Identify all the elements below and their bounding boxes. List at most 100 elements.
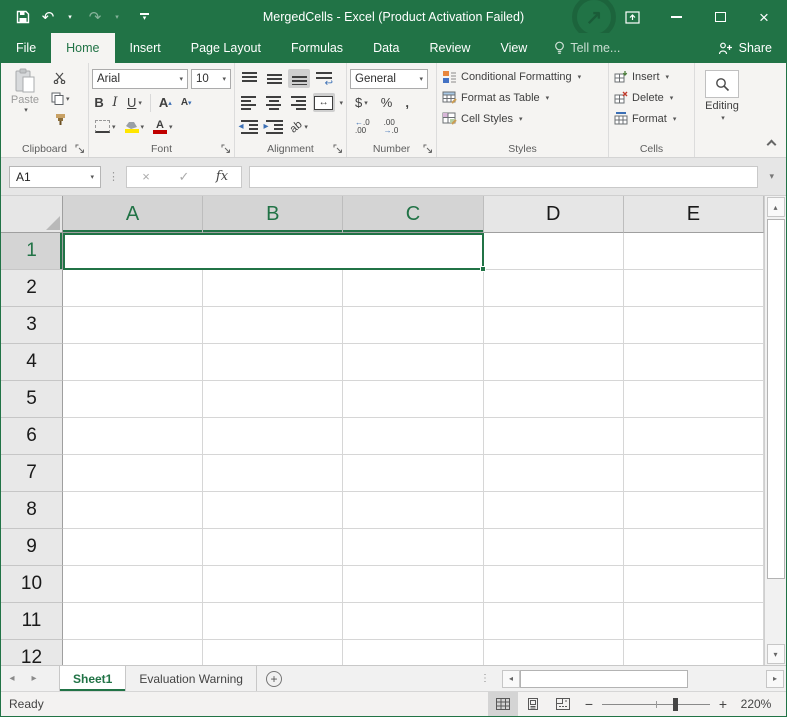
- fill-handle[interactable]: [480, 266, 486, 272]
- row-header[interactable]: 3: [1, 307, 63, 344]
- minimize-button[interactable]: [654, 2, 698, 32]
- grid-cell[interactable]: [484, 307, 624, 344]
- bottom-align-button[interactable]: [288, 69, 310, 88]
- middle-align-button[interactable]: [263, 69, 285, 88]
- increase-font-size-button[interactable]: A▴: [156, 93, 175, 112]
- italic-button[interactable]: I: [109, 93, 121, 112]
- grid-cell[interactable]: [484, 603, 624, 640]
- row-header[interactable]: 8: [1, 492, 63, 529]
- row-header[interactable]: 2: [1, 270, 63, 307]
- row-header[interactable]: 11: [1, 603, 63, 640]
- grid-cell[interactable]: [484, 344, 624, 381]
- conditional-formatting-button[interactable]: Conditional Formatting ▾: [440, 66, 605, 87]
- grid-cell[interactable]: [624, 233, 764, 270]
- row-header[interactable]: 4: [1, 344, 63, 381]
- maximize-button[interactable]: [698, 2, 742, 32]
- grid-cell[interactable]: [484, 529, 624, 566]
- row-header[interactable]: 6: [1, 418, 63, 455]
- increase-indent-button[interactable]: ▸: [263, 117, 285, 136]
- grid-cell[interactable]: [624, 418, 764, 455]
- close-button[interactable]: ×: [742, 2, 786, 32]
- decrease-decimal-button[interactable]: .00 →.0: [381, 117, 402, 137]
- grid-cell[interactable]: [624, 455, 764, 492]
- view-page-layout-button[interactable]: [518, 692, 548, 716]
- tab-data[interactable]: Data: [358, 33, 414, 63]
- select-all-corner[interactable]: [1, 196, 63, 233]
- grid-cell[interactable]: [203, 381, 343, 418]
- grid-cell[interactable]: [63, 492, 203, 529]
- font-size-select[interactable]: 10▾: [191, 69, 231, 89]
- grid-cell[interactable]: [343, 455, 483, 492]
- top-align-button[interactable]: [238, 69, 260, 88]
- grid-cell[interactable]: [484, 640, 624, 665]
- tab-view[interactable]: View: [485, 33, 542, 63]
- format-cells-button[interactable]: Format ▾: [612, 108, 691, 129]
- merge-center-button[interactable]: ↔: [313, 93, 335, 112]
- horizontal-scrollbar[interactable]: ◂ ▸: [502, 666, 784, 691]
- column-header-b[interactable]: B: [203, 196, 343, 233]
- grid-cell[interactable]: [203, 344, 343, 381]
- editing-button[interactable]: Editing ▾: [698, 66, 746, 122]
- collapse-ribbon-button[interactable]: [768, 141, 776, 149]
- font-dialog-launcher[interactable]: [221, 144, 231, 154]
- grid-cell[interactable]: [624, 603, 764, 640]
- grid-cell[interactable]: [624, 529, 764, 566]
- scroll-right-button[interactable]: ▸: [766, 670, 784, 688]
- grid-cell[interactable]: [624, 492, 764, 529]
- sheet-nav-left-button[interactable]: ◂: [1, 666, 23, 691]
- merged-cell-a1-c1[interactable]: [63, 233, 484, 270]
- grid-cell[interactable]: [343, 307, 483, 344]
- horizontal-scroll-thumb[interactable]: [520, 670, 688, 688]
- grid-cell[interactable]: [484, 270, 624, 307]
- redo-dropdown[interactable]: ▾: [105, 4, 129, 30]
- grid-cell[interactable]: [624, 566, 764, 603]
- grid-cell[interactable]: [484, 418, 624, 455]
- borders-button[interactable]: ▾: [92, 118, 119, 135]
- number-dialog-launcher[interactable]: [423, 144, 433, 154]
- insert-cells-button[interactable]: Insert ▾: [612, 66, 691, 87]
- tab-scroll-splitter[interactable]: ⋮: [474, 666, 496, 691]
- grid-cell[interactable]: [343, 492, 483, 529]
- grid-cell[interactable]: [343, 640, 483, 665]
- grid-cell[interactable]: [203, 455, 343, 492]
- grid-cell[interactable]: [624, 344, 764, 381]
- tab-page-layout[interactable]: Page Layout: [176, 33, 276, 63]
- view-normal-button[interactable]: [488, 692, 518, 716]
- grid-cell[interactable]: [63, 418, 203, 455]
- tab-formulas[interactable]: Formulas: [276, 33, 358, 63]
- tell-me-box[interactable]: Tell me...: [542, 33, 632, 63]
- alignment-dialog-launcher[interactable]: [333, 144, 343, 154]
- column-header-a[interactable]: A: [63, 196, 203, 233]
- grid-cell[interactable]: [63, 529, 203, 566]
- view-page-break-button[interactable]: [548, 692, 578, 716]
- decrease-indent-button[interactable]: ◂: [238, 117, 260, 136]
- zoom-slider[interactable]: [602, 698, 710, 711]
- expand-formula-bar-button[interactable]: ▾: [765, 171, 778, 182]
- scroll-left-button[interactable]: ◂: [502, 670, 520, 688]
- align-right-button[interactable]: [288, 93, 310, 112]
- row-header[interactable]: 10: [1, 566, 63, 603]
- grid-cell[interactable]: [343, 529, 483, 566]
- grid-cell[interactable]: [203, 566, 343, 603]
- ribbon-display-options-button[interactable]: [610, 2, 654, 32]
- grid-cell[interactable]: [484, 492, 624, 529]
- scroll-up-button[interactable]: ▴: [767, 197, 785, 217]
- grid-cell[interactable]: [203, 270, 343, 307]
- undo-dropdown[interactable]: ▾: [58, 4, 82, 30]
- wrap-text-button[interactable]: ↩: [313, 69, 335, 88]
- orientation-button[interactable]: ab▾: [288, 117, 310, 136]
- column-header-d[interactable]: D: [484, 196, 624, 233]
- horizontal-scroll-track[interactable]: [688, 670, 766, 688]
- grid-cell[interactable]: [63, 307, 203, 344]
- tab-home[interactable]: Home: [51, 33, 114, 63]
- zoom-level[interactable]: 220%: [734, 697, 786, 711]
- grid-cell[interactable]: [63, 270, 203, 307]
- grid-cell[interactable]: [343, 270, 483, 307]
- grid-cell[interactable]: [203, 307, 343, 344]
- tab-insert[interactable]: Insert: [115, 33, 176, 63]
- format-as-table-button[interactable]: Format as Table ▾: [440, 87, 605, 108]
- grid-cell[interactable]: [624, 381, 764, 418]
- paste-button[interactable]: Paste ▾: [4, 66, 46, 128]
- enter-button[interactable]: ✓: [165, 167, 203, 187]
- vertical-scroll-thumb[interactable]: [767, 219, 785, 579]
